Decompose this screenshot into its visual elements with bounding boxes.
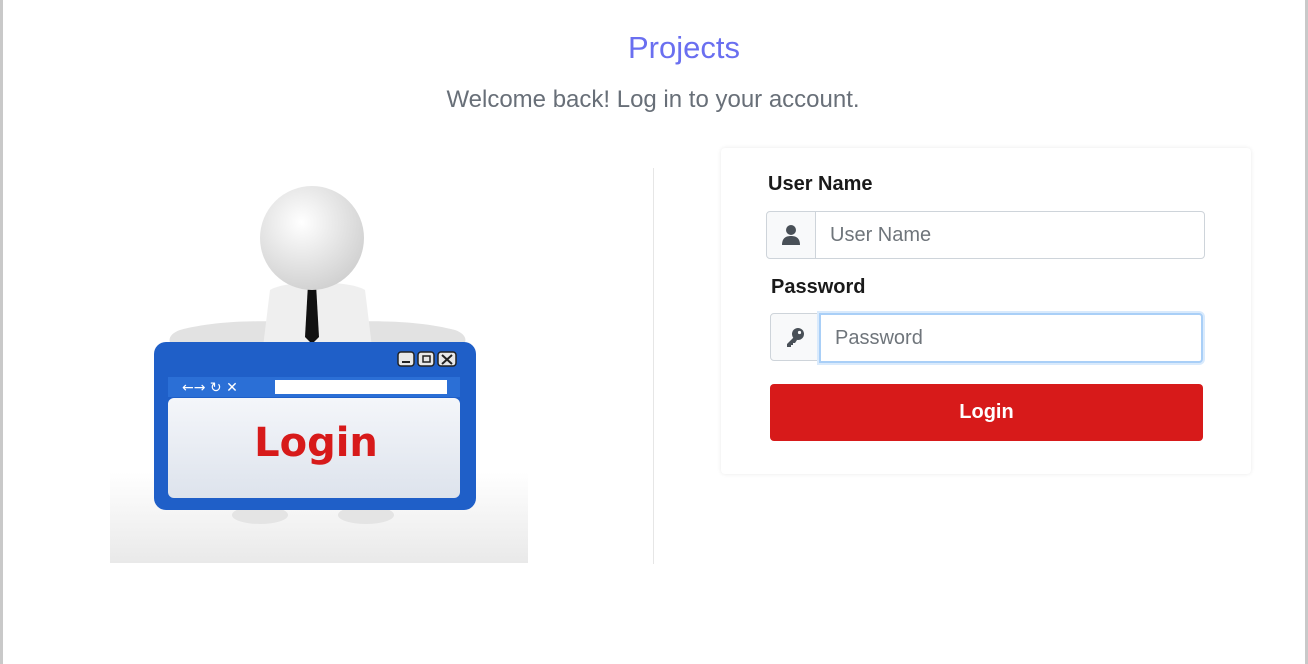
password-input-group [770,313,1203,363]
restore-icon [417,351,435,367]
vertical-divider [653,168,654,564]
username-label: User Name [768,173,873,195]
key-icon [787,328,804,347]
username-addon [766,211,816,259]
page-title: Projects [628,30,740,65]
browser-nav-icons: ←→ ↻ ✕ [182,380,238,396]
username-input[interactable] [815,211,1205,259]
login-button[interactable]: Login [770,384,1203,441]
page-subtitle: Welcome back! Log in to your account. [446,86,860,113]
login-illustration: ←→ ↻ ✕ Login [110,186,528,563]
password-addon [770,313,820,361]
browser-address-bar [275,380,447,394]
password-input[interactable] [819,313,1203,363]
username-input-group [766,211,1205,259]
figure-head [260,186,364,290]
password-label: Password [771,276,866,298]
user-icon [782,225,800,245]
minimize-icon [397,351,415,367]
illustration-login-text: Login [254,420,378,466]
